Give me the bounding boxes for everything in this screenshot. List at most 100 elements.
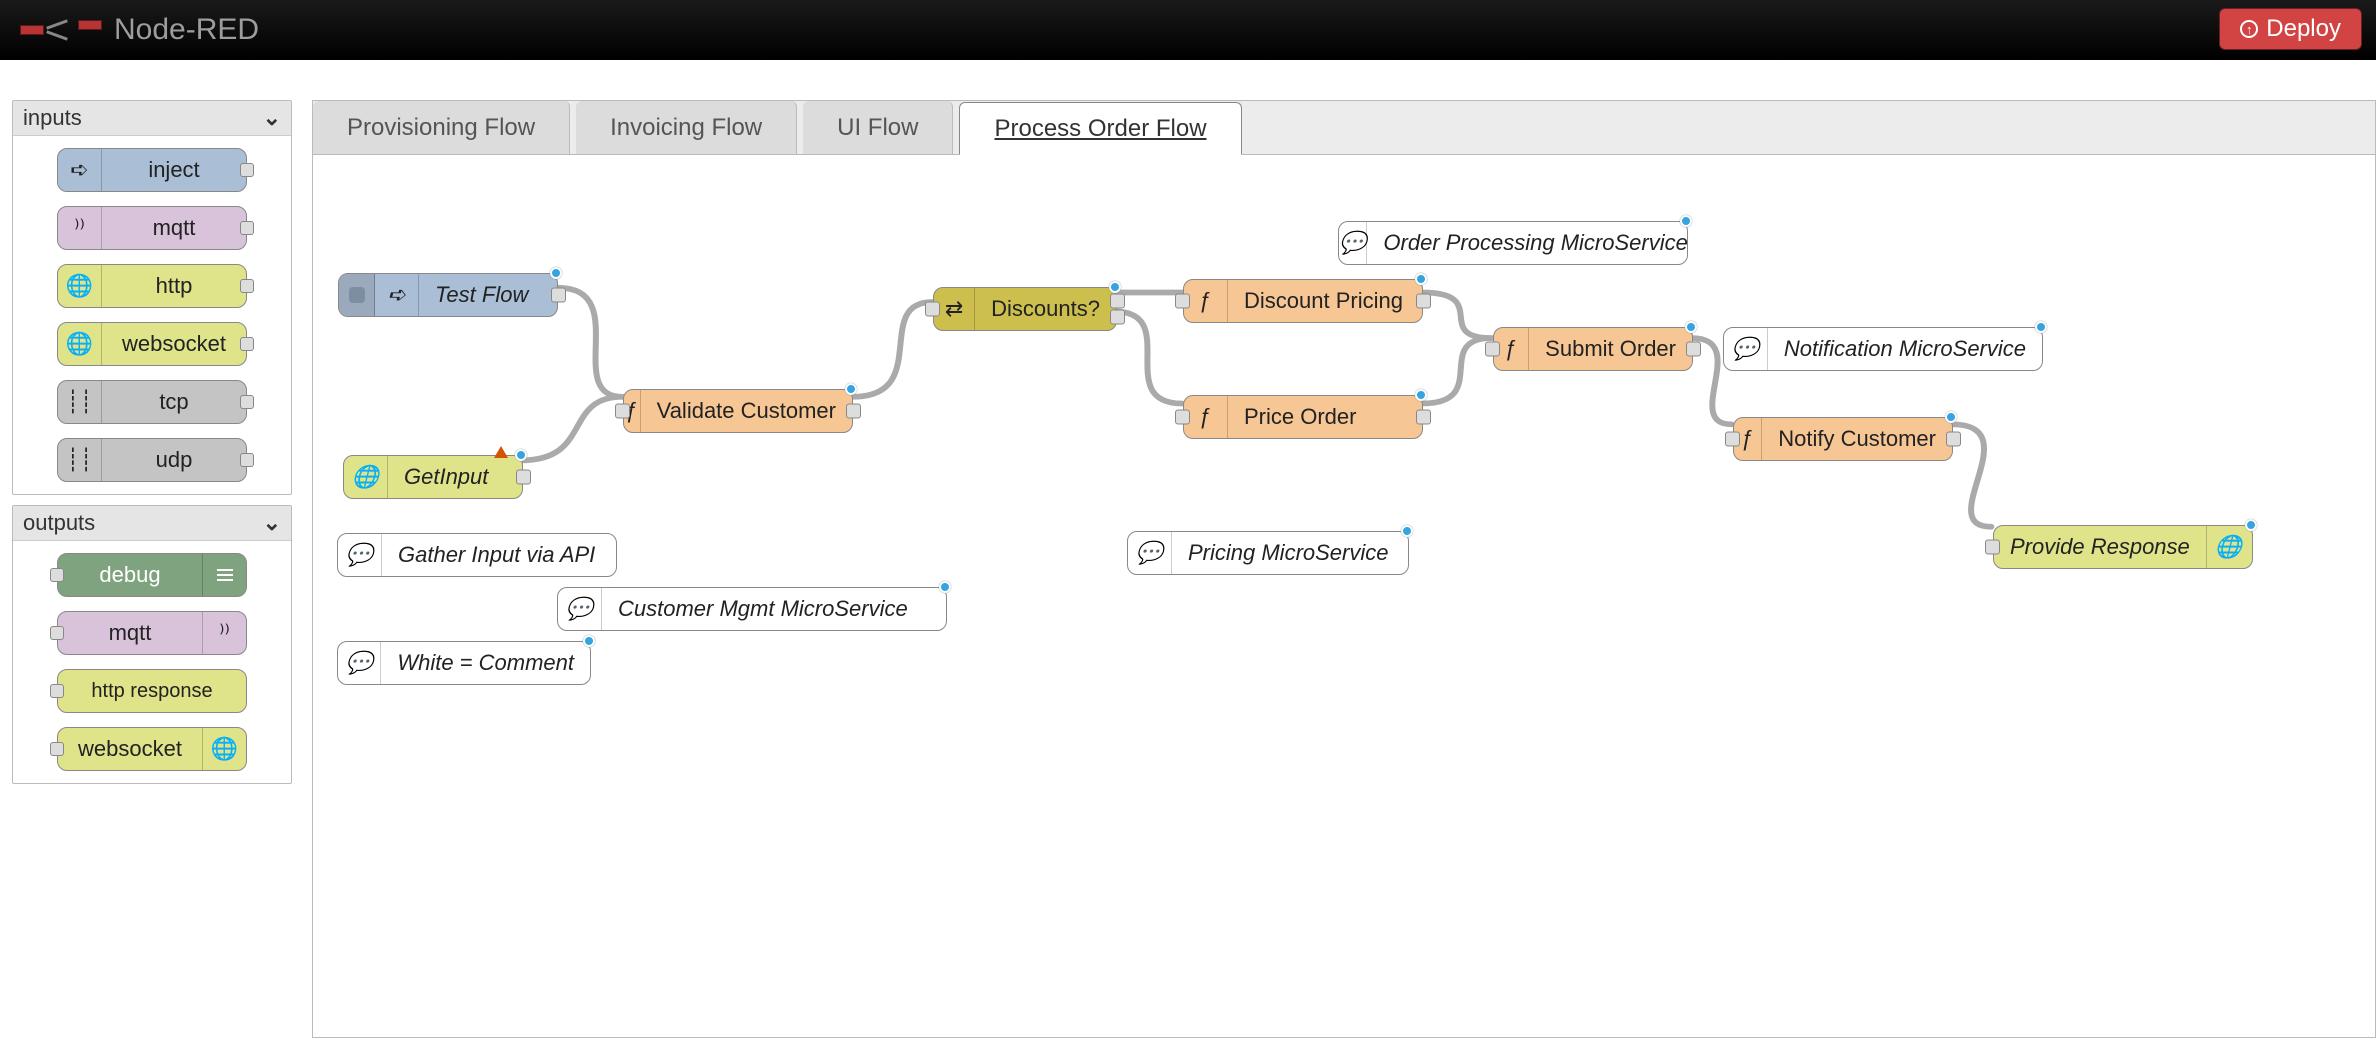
node-function-notify-customer[interactable]: ƒ Notify Customer (1733, 417, 1953, 461)
palette-node-udp[interactable]: ┊┊ udp (57, 438, 247, 482)
port-out[interactable] (240, 221, 254, 235)
palette-section-inputs: inputs ⌄ ➪ inject ⁾⁾ mqtt 🌐 http 🌐 webso… (12, 100, 292, 495)
palette-node-tcp[interactable]: ┊┊ tcp (57, 380, 247, 424)
status-dot-icon (2035, 321, 2047, 333)
port-in[interactable] (1175, 410, 1190, 425)
status-dot-icon (845, 383, 857, 395)
globe-icon: 🌐 (2206, 526, 2250, 568)
chevron-down-icon: ⌄ (263, 510, 281, 536)
node-function-submit-order[interactable]: ƒ Submit Order (1493, 327, 1693, 371)
status-dot-icon (1945, 411, 1957, 423)
palette-node-mqtt[interactable]: ⁾⁾ mqtt (57, 206, 247, 250)
flow-editor: Provisioning Flow Invoicing Flow UI Flow… (312, 100, 2376, 1038)
port-in[interactable] (1985, 540, 2000, 555)
port-out[interactable] (1110, 293, 1125, 308)
status-dot-icon (550, 267, 562, 279)
port-out[interactable] (1416, 294, 1431, 309)
palette-node-http[interactable]: 🌐 http (57, 264, 247, 308)
port-out[interactable] (240, 453, 254, 467)
globe-icon: 🌐 (202, 728, 246, 770)
logo-block-icon (78, 20, 102, 30)
port-out[interactable] (1110, 310, 1125, 325)
comment-icon: 💬 (338, 534, 382, 576)
port-out[interactable] (1946, 432, 1961, 447)
status-dot-icon (2245, 519, 2257, 531)
port-in[interactable] (50, 568, 64, 582)
node-comment-pricing-micro[interactable]: 💬 Pricing MicroService (1127, 531, 1409, 575)
arrow-right-icon: ➪ (375, 274, 419, 316)
palette-node-mqtt-out[interactable]: mqtt ⁾⁾ (57, 611, 247, 655)
comment-icon: 💬 (1724, 328, 1768, 370)
comment-icon: 💬 (558, 588, 602, 630)
node-switch-discounts[interactable]: ⇄ Discounts? (933, 287, 1117, 331)
status-dot-icon (1401, 525, 1413, 537)
app-logo (20, 20, 102, 40)
palette-node-debug[interactable]: debug (57, 553, 247, 597)
port-in[interactable] (1485, 342, 1500, 357)
port-in[interactable] (615, 404, 630, 419)
deploy-button[interactable]: ↑ Deploy (2219, 8, 2362, 50)
port-out[interactable] (1416, 410, 1431, 425)
palette-node-websocket[interactable]: 🌐 websocket (57, 322, 247, 366)
node-inject-test-flow[interactable]: ➪ Test Flow (338, 273, 558, 317)
node-function-validate[interactable]: ƒ Validate Customer (623, 389, 853, 433)
palette-node-http-response[interactable]: http response (57, 669, 247, 713)
switch-icon: ⇄ (934, 288, 975, 330)
palette-header-outputs[interactable]: outputs ⌄ (13, 506, 291, 541)
node-comment-order-processing[interactable]: 💬 Order Processing MicroService (1338, 221, 1688, 265)
port-in[interactable] (50, 742, 64, 756)
comment-icon: 💬 (1128, 532, 1172, 574)
deploy-label: Deploy (2266, 15, 2341, 43)
port-out[interactable] (1686, 342, 1701, 357)
port-in[interactable] (1725, 432, 1740, 447)
node-function-discount-pricing[interactable]: ƒ Discount Pricing (1183, 279, 1423, 323)
globe-icon: 🌐 (58, 265, 102, 307)
port-in[interactable] (1175, 294, 1190, 309)
tab-invoicing[interactable]: Invoicing Flow (576, 101, 797, 154)
inject-button[interactable] (339, 274, 375, 316)
port-out[interactable] (240, 163, 254, 177)
status-dot-icon (939, 581, 951, 593)
arrow-right-icon: ➪ (58, 149, 102, 191)
palette-node-inject[interactable]: ➪ inject (57, 148, 247, 192)
node-comment-gather-input[interactable]: 💬 Gather Input via API (337, 533, 617, 577)
port-out[interactable] (516, 470, 531, 485)
port-out[interactable] (240, 395, 254, 409)
status-dot-icon (583, 635, 595, 647)
tab-provisioning[interactable]: Provisioning Flow (313, 101, 570, 154)
status-dot-icon (1680, 215, 1692, 227)
palette-header-inputs[interactable]: inputs ⌄ (13, 101, 291, 136)
comment-icon: 💬 (338, 642, 381, 684)
chevron-down-icon: ⌄ (263, 105, 281, 131)
port-out[interactable] (551, 288, 566, 303)
flow-tabs: Provisioning Flow Invoicing Flow UI Flow… (313, 101, 2375, 155)
node-http-response[interactable]: Provide Response 🌐 (1993, 525, 2253, 569)
tab-ui[interactable]: UI Flow (803, 101, 953, 154)
globe-icon: 🌐 (58, 323, 102, 365)
node-comment-white[interactable]: 💬 White = Comment (337, 641, 591, 685)
port-in[interactable] (50, 684, 64, 698)
node-comment-notif-micro[interactable]: 💬 Notification MicroService (1723, 327, 2043, 371)
palette-title: inputs (23, 105, 82, 131)
node-function-price-order[interactable]: ƒ Price Order (1183, 395, 1423, 439)
palette-title: outputs (23, 510, 95, 536)
burger-icon (202, 554, 246, 596)
status-dot-icon (515, 449, 527, 461)
waves-icon: ⁾⁾ (202, 612, 246, 654)
port-in[interactable] (50, 626, 64, 640)
app-title: Node-RED (114, 13, 259, 47)
port-out[interactable] (240, 279, 254, 293)
node-http-getinput[interactable]: 🌐 GetInput (343, 455, 523, 499)
tab-process-order[interactable]: Process Order Flow (959, 102, 1241, 155)
deploy-icon: ↑ (2240, 20, 2258, 38)
palette-node-websocket-out[interactable]: websocket 🌐 (57, 727, 247, 771)
comment-icon: 💬 (1339, 222, 1367, 264)
palette-sidebar: inputs ⌄ ➪ inject ⁾⁾ mqtt 🌐 http 🌐 webso… (12, 100, 292, 794)
port-out[interactable] (846, 404, 861, 419)
node-comment-cust-mgmt[interactable]: 💬 Customer Mgmt MicroService (557, 587, 947, 631)
flow-canvas[interactable]: 💬 Order Processing MicroService ➪ Test F… (313, 155, 2375, 1037)
waves-icon: ⁾⁾ (58, 207, 102, 249)
stream-icon: ┊┊ (58, 439, 102, 481)
port-out[interactable] (240, 337, 254, 351)
port-in[interactable] (925, 302, 940, 317)
